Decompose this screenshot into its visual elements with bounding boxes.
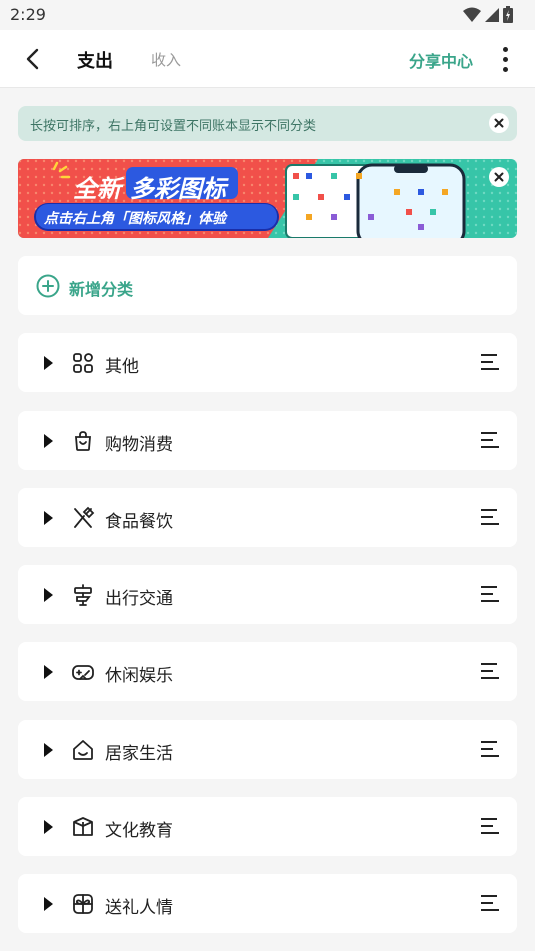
battery-icon <box>503 6 513 23</box>
category-item[interactable]: 食品餐饮 <box>18 488 517 547</box>
status-time: 2:29 <box>10 5 46 24</box>
category-item[interactable]: 其他 <box>18 333 517 392</box>
banner-close-button[interactable] <box>489 167 509 187</box>
more-dot <box>502 56 508 62</box>
drag-handle-icon[interactable] <box>481 432 499 449</box>
banner-title-part1: 全新 <box>73 175 121 203</box>
app-bar: 支出 收入 分享中心 <box>0 30 535 88</box>
banner-subtitle: 点击右上角「图标风格」体验 <box>44 211 226 227</box>
close-icon <box>494 172 504 182</box>
expand-arrow-icon[interactable] <box>44 588 53 602</box>
status-icons <box>463 6 513 23</box>
signal-icon <box>485 7 499 22</box>
tab-expense[interactable]: 支出 <box>77 47 113 73</box>
gamepad-icon <box>72 665 94 680</box>
plus-circle-icon <box>36 274 60 298</box>
category-item[interactable]: 出行交通 <box>18 565 517 624</box>
expand-arrow-icon[interactable] <box>44 434 53 448</box>
drag-handle-icon[interactable] <box>481 663 499 680</box>
category-label: 食品餐饮 <box>105 512 173 532</box>
back-arrow-icon <box>26 48 39 70</box>
expand-arrow-icon[interactable] <box>44 897 53 911</box>
signpost-icon <box>74 584 92 606</box>
expand-arrow-icon[interactable] <box>44 743 53 757</box>
book-icon <box>73 817 93 836</box>
expand-arrow-icon[interactable] <box>44 511 53 525</box>
category-label: 送礼人情 <box>105 898 173 918</box>
add-category-label: 新增分类 <box>69 280 134 299</box>
category-item[interactable]: 文化教育 <box>18 797 517 856</box>
category-item[interactable]: 送礼人情 <box>18 874 517 933</box>
drag-handle-icon[interactable] <box>481 818 499 835</box>
wifi-icon <box>463 7 481 22</box>
more-menu-button[interactable] <box>494 44 516 74</box>
more-dot <box>502 46 508 52</box>
category-item[interactable]: 居家生活 <box>18 720 517 779</box>
home-icon <box>73 740 93 760</box>
tip-banner: 长按可排序，右上角可设置不同账本显示不同分类 <box>18 106 517 141</box>
expand-arrow-icon[interactable] <box>44 820 53 834</box>
more-dot <box>502 66 508 72</box>
drag-handle-icon[interactable] <box>481 509 499 526</box>
drag-handle-icon[interactable] <box>481 354 499 371</box>
close-icon <box>494 118 504 128</box>
banner-title-part2: 多彩图标 <box>130 175 226 203</box>
add-category-button[interactable]: 新增分类 <box>18 256 517 315</box>
tab-income[interactable]: 收入 <box>151 49 181 70</box>
category-item[interactable]: 购物消费 <box>18 411 517 470</box>
category-item[interactable]: 休闲娱乐 <box>18 642 517 701</box>
drag-handle-icon[interactable] <box>481 586 499 603</box>
status-bar: 2:29 <box>0 0 535 30</box>
promo-banner[interactable]: 全新 多彩图标 点击右上角「图标风格」体验 <box>18 159 517 238</box>
shopping-bag-icon <box>75 431 91 451</box>
category-label: 居家生活 <box>105 744 173 764</box>
drag-handle-icon[interactable] <box>481 741 499 758</box>
category-label: 购物消费 <box>105 435 173 455</box>
tip-close-button[interactable] <box>489 113 509 133</box>
apps-icon <box>73 353 93 373</box>
gift-icon <box>73 894 93 914</box>
tip-text: 长按可排序，右上角可设置不同账本显示不同分类 <box>30 119 317 134</box>
expand-arrow-icon[interactable] <box>44 665 53 679</box>
share-center-button[interactable]: 分享中心 <box>409 48 473 72</box>
drag-handle-icon[interactable] <box>481 895 499 912</box>
category-label: 其他 <box>105 357 139 377</box>
category-label: 休闲娱乐 <box>105 666 173 686</box>
fork-knife-icon <box>74 506 95 528</box>
expand-arrow-icon[interactable] <box>44 356 53 370</box>
back-button[interactable] <box>18 44 46 74</box>
category-label: 文化教育 <box>105 821 173 841</box>
category-label: 出行交通 <box>105 589 173 609</box>
